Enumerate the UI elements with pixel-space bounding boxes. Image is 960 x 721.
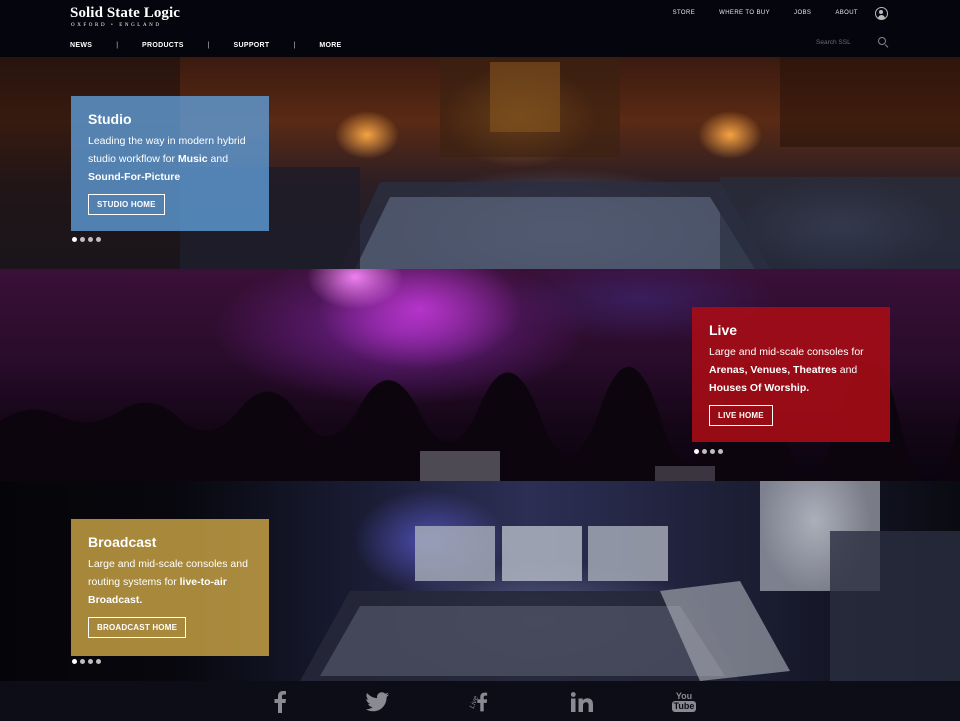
nav-separator: |	[207, 42, 210, 49]
top-links: STORE WHERE TO BUY JOBS ABOUT	[649, 10, 858, 16]
search-box	[816, 36, 888, 48]
ssl-logo[interactable]: Solid State Logic OXFORD • ENGLAND	[70, 5, 180, 28]
studio-carousel-dots	[72, 237, 104, 242]
carousel-dot[interactable]	[718, 449, 723, 454]
youtube-label-tube: Tube	[671, 701, 697, 712]
carousel-dot[interactable]	[72, 659, 77, 664]
facebook-icon[interactable]	[268, 690, 292, 714]
carousel-dot[interactable]	[88, 659, 93, 664]
nav-more[interactable]: MORE	[319, 42, 341, 49]
top-link-where-to-buy[interactable]: WHERE TO BUY	[719, 10, 770, 16]
top-link-about[interactable]: ABOUT	[835, 10, 858, 16]
live-title: Live	[709, 322, 738, 338]
live-text-bold-2: Houses Of Worship.	[709, 382, 810, 394]
live-home-button[interactable]: LIVE HOME	[709, 405, 773, 426]
broadcast-panel: Broadcast Large and mid-scale consoles a…	[0, 481, 960, 681]
user-account-icon[interactable]	[875, 7, 888, 20]
search-input[interactable]	[816, 36, 872, 48]
logo-title: Solid State Logic	[70, 5, 181, 21]
live-facebook-icon[interactable]: Live	[466, 690, 490, 714]
nav-news[interactable]: NEWS	[70, 42, 92, 49]
live-text-1: Large and mid-scale consoles for	[709, 346, 864, 358]
studio-card: Studio Leading the way in modern hybrid …	[71, 96, 269, 231]
nav-support[interactable]: SUPPORT	[234, 42, 270, 49]
social-footer: Live You Tube	[0, 681, 960, 721]
youtube-icon[interactable]: You Tube	[671, 690, 697, 714]
search-icon[interactable]	[878, 37, 886, 45]
live-text-2: and	[836, 364, 858, 376]
carousel-dot[interactable]	[88, 237, 93, 242]
studio-text-bold-1: Music	[177, 153, 208, 165]
broadcast-home-button[interactable]: BROADCAST HOME	[88, 617, 187, 638]
carousel-dot[interactable]	[96, 237, 101, 242]
studio-description: Leading the way in modern hybrid studio …	[88, 132, 252, 186]
studio-title: Studio	[88, 111, 132, 127]
nav-separator: |	[293, 42, 296, 49]
carousel-dot[interactable]	[710, 449, 715, 454]
broadcast-title: Broadcast	[88, 534, 157, 550]
live-text-bold-1: Arenas, Venues, Theatres	[709, 364, 837, 376]
studio-text-bold-2: Sound-For-Picture	[88, 171, 181, 183]
carousel-dot[interactable]	[96, 659, 101, 664]
main-nav: NEWS | PRODUCTS | SUPPORT | MORE	[70, 42, 342, 49]
top-link-jobs[interactable]: JOBS	[794, 10, 811, 16]
site-header: Solid State Logic OXFORD • ENGLAND STORE…	[0, 0, 960, 57]
broadcast-description: Large and mid-scale consoles and routing…	[88, 555, 252, 609]
nav-products[interactable]: PRODUCTS	[142, 42, 184, 49]
carousel-dot[interactable]	[80, 237, 85, 242]
live-card: Live Large and mid-scale consoles for Ar…	[692, 307, 890, 442]
twitter-icon[interactable]	[365, 690, 389, 714]
broadcast-card: Broadcast Large and mid-scale consoles a…	[71, 519, 269, 656]
youtube-label-you: You	[675, 691, 693, 701]
studio-panel: Studio Leading the way in modern hybrid …	[0, 57, 960, 269]
studio-home-button[interactable]: STUDIO HOME	[88, 194, 165, 215]
carousel-dot[interactable]	[694, 449, 699, 454]
carousel-dot[interactable]	[702, 449, 707, 454]
carousel-dot[interactable]	[72, 237, 77, 242]
nav-separator: |	[116, 42, 119, 49]
broadcast-carousel-dots	[72, 659, 104, 664]
logo-subtitle: OXFORD • ENGLAND	[71, 23, 162, 28]
live-description: Large and mid-scale consoles for Arenas,…	[709, 343, 873, 397]
top-link-store[interactable]: STORE	[673, 10, 696, 16]
linkedin-icon[interactable]	[570, 690, 594, 714]
carousel-dot[interactable]	[80, 659, 85, 664]
live-carousel-dots	[694, 449, 726, 454]
studio-text-2: and	[207, 153, 229, 165]
live-panel: Live Large and mid-scale consoles for Ar…	[0, 269, 960, 481]
